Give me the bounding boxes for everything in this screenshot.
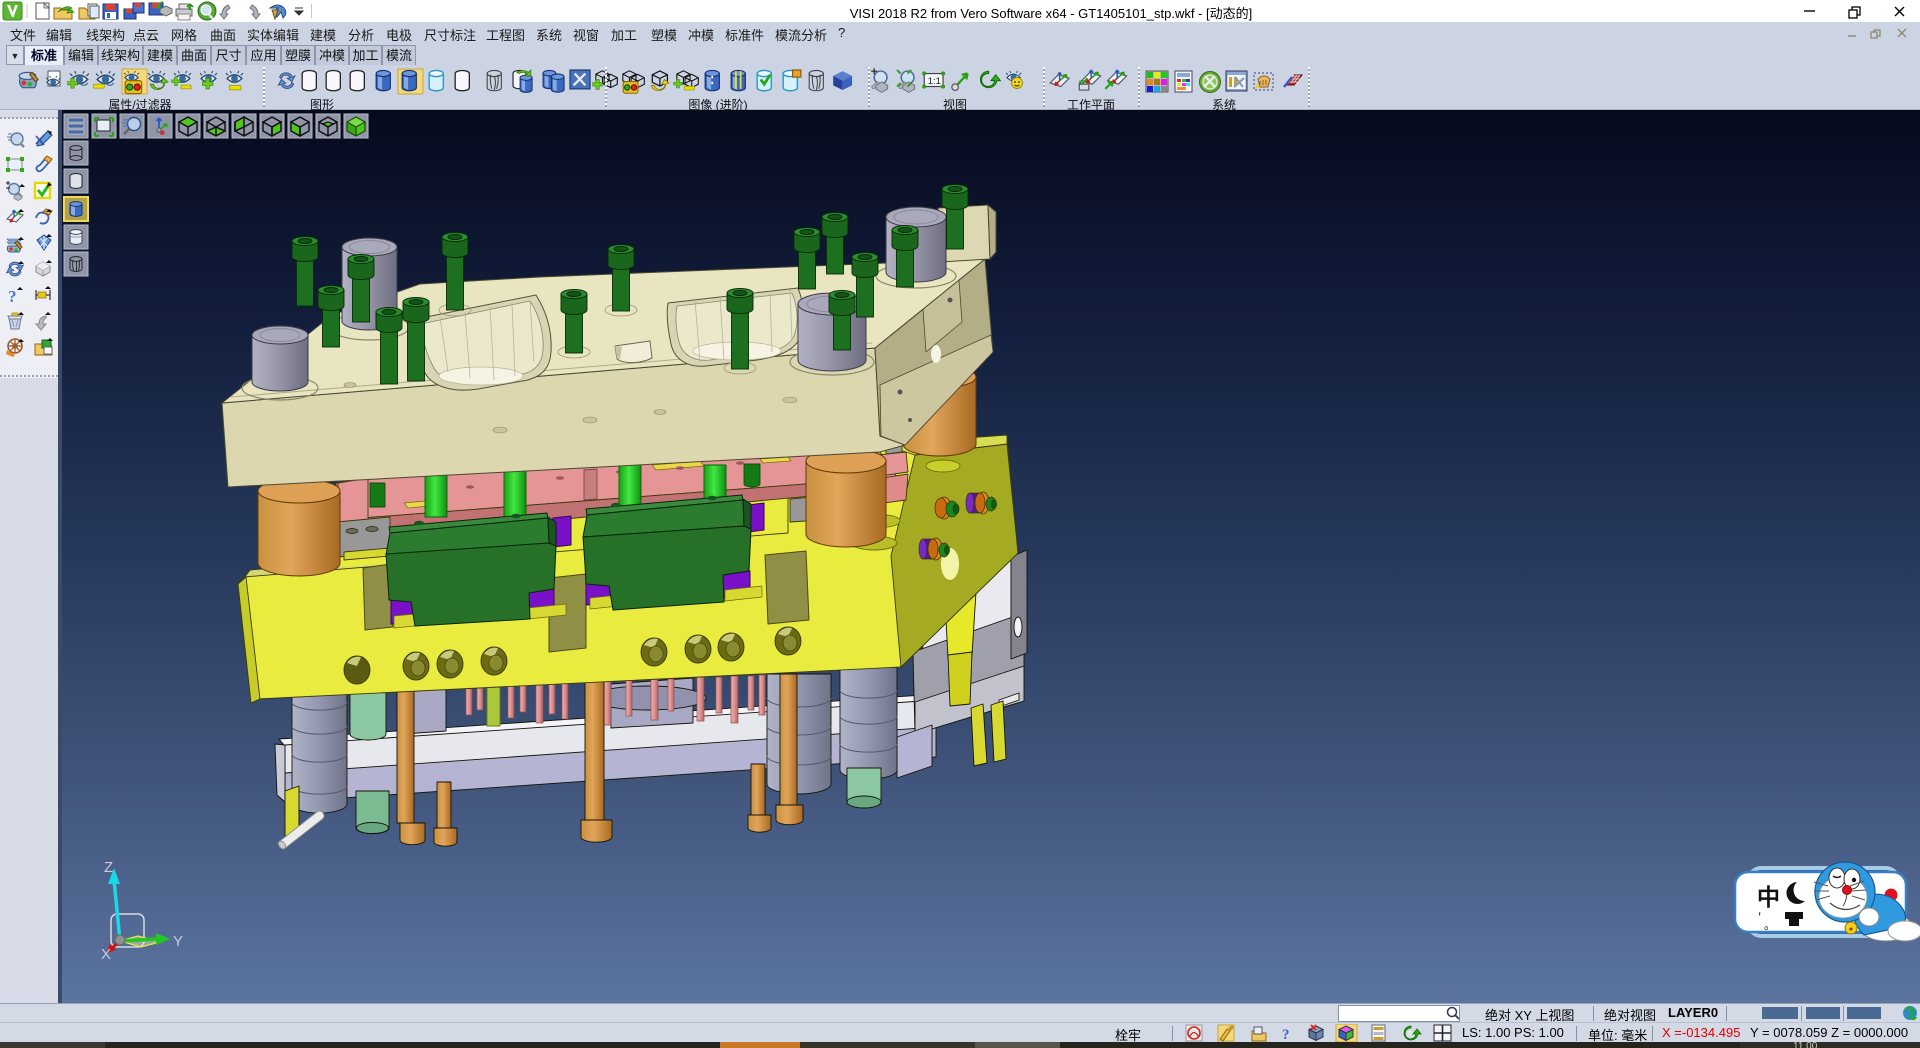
svg-text:1:1: 1:1 [928, 76, 941, 87]
svg-text:?: ? [1282, 1027, 1290, 1043]
svg-text:。: 。 [1764, 918, 1776, 932]
svg-text:Y: Y [173, 933, 183, 950]
svg-text:?: ? [8, 287, 17, 306]
svg-text:Z: Z [104, 859, 113, 876]
svg-text:’: ’ [1758, 909, 1761, 925]
svg-text:中: 中 [1757, 884, 1780, 910]
svg-text:X: X [101, 946, 111, 963]
